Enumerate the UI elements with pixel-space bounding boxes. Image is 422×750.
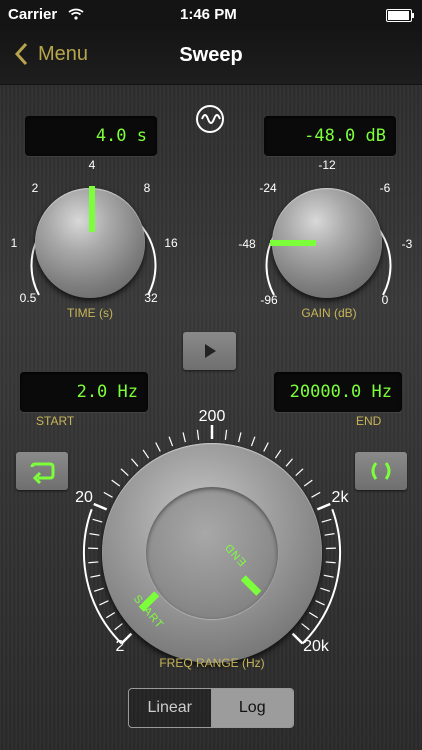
freq-dial-tick <box>99 600 109 606</box>
freq-dial-tick <box>295 468 304 477</box>
freq-dial-tick <box>308 612 319 619</box>
freq-dial-tick <box>263 442 269 452</box>
freq-dial-tick <box>88 561 99 564</box>
freq-dial-tick <box>250 436 256 447</box>
freq-dial-tick <box>182 432 186 443</box>
freq-dial-tick <box>320 587 331 592</box>
freq-tick-200: 200 <box>198 408 226 425</box>
freq-dial-tick <box>103 491 113 498</box>
freq-dial-tick <box>303 479 313 487</box>
freq-dial-tick <box>111 479 121 487</box>
freq-dial-tick <box>90 574 101 578</box>
freq-dial-tick <box>315 600 325 606</box>
scale-segmented-control: Linear Log <box>128 688 294 728</box>
freq-dial-tick <box>325 561 336 564</box>
freq-dial-tick <box>168 436 174 447</box>
freq-tick-20: 20 <box>75 489 93 506</box>
freq-dial-tick <box>274 449 282 459</box>
freq-dial-tick <box>93 587 104 592</box>
freq-dial-tick <box>89 533 100 536</box>
freq-dial-tick <box>131 458 139 467</box>
freq-tick-20k: 20k <box>303 638 329 655</box>
freq-dial-tick <box>316 502 331 511</box>
freq-dial-tick <box>105 612 116 619</box>
freq-dial-tick <box>238 432 242 443</box>
freq-dial-tick <box>155 442 161 452</box>
freq-dial-tick <box>142 449 150 459</box>
freq-dial-tick <box>120 468 129 477</box>
freq-range-label: FREQ RANGE (Hz) <box>159 656 265 670</box>
freq-dial-tick <box>114 623 123 631</box>
freq-dial-tick <box>92 518 103 523</box>
freq-tick-2k: 2k <box>331 489 349 506</box>
freq-dial-tick <box>196 429 200 440</box>
freq-dial-tick <box>321 518 332 523</box>
freq-tick-2: 2 <box>115 638 125 655</box>
freq-dial-tick <box>224 429 228 440</box>
freq-dial-tick <box>324 533 335 536</box>
scale-option-log[interactable]: Log <box>211 689 293 727</box>
scale-option-linear[interactable]: Linear <box>129 689 212 727</box>
freq-dial-tick <box>291 632 304 645</box>
freq-dial-tick <box>285 458 293 467</box>
freq-dial-tick <box>93 502 108 511</box>
freq-dial-tick <box>323 574 334 578</box>
frequency-knob-inner <box>146 487 278 619</box>
freq-dial-tick <box>301 623 310 631</box>
freq-dial-tick <box>311 491 321 498</box>
